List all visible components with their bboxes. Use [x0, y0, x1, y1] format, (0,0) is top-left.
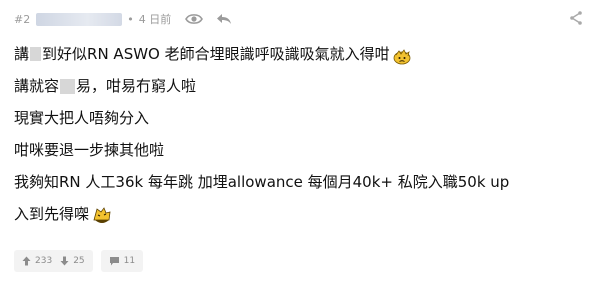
comment-pill[interactable]: 11: [100, 250, 144, 272]
upvote-icon[interactable]: [22, 256, 31, 266]
content-text: 現實大把人唔夠分入: [14, 109, 150, 127]
username-redacted[interactable]: [36, 12, 123, 26]
comment-count: 11: [123, 256, 136, 266]
redacted-char: [60, 78, 76, 94]
content-text: 入到先得㗎: [14, 205, 90, 223]
redacted-char: [30, 47, 42, 61]
content-text: 講: [14, 45, 30, 63]
content-text: 咁咪要退一步揀其他啦: [14, 141, 165, 159]
laughing-emoji-icon: [92, 205, 111, 223]
content-text: 易，咁易冇窮人啦: [76, 77, 197, 95]
content-line: 入到先得㗎: [14, 198, 584, 230]
sweat-emoji-icon: [393, 45, 411, 65]
reply-icon[interactable]: [215, 10, 233, 28]
downvote-icon[interactable]: [60, 256, 69, 266]
content-line: 我夠知RN 人工36k 每年跳 加埋allowance 每個月40k+ 私院入職…: [14, 166, 584, 198]
content-line: 講就容 易，咁易冇窮人啦: [14, 70, 584, 102]
meta-separator: •: [127, 12, 134, 26]
post-content: 講 到好似RN ASWO 老師合埋眼識呼吸識吸氣就入得咁 講就容 易，咁易冇窮人…: [14, 38, 584, 230]
post-footer: 233 25 11: [14, 250, 144, 272]
upvote-count: 233: [35, 256, 53, 266]
content-text: 到好似RN ASWO 老師合埋眼識呼吸識吸氣就入得咁: [42, 45, 390, 63]
post-header: #2 • 4 日前: [14, 9, 245, 29]
post-time: 4 日前: [138, 13, 172, 26]
floor-number: #2: [14, 12, 31, 26]
content-line: 現實大把人唔夠分入: [14, 102, 584, 134]
eye-icon[interactable]: [185, 10, 204, 28]
content-text: 講就容: [14, 77, 60, 95]
comment-post: #2 • 4 日前 講 到好似RN ASWO 老師合埋眼識呼吸識吸氣就入得咁 講…: [0, 0, 600, 283]
content-line: 咁咪要退一步揀其他啦: [14, 134, 584, 166]
share-icon[interactable]: [568, 10, 584, 26]
comment-icon: [109, 256, 120, 266]
content-line: 講 到好似RN ASWO 老師合埋眼識呼吸識吸氣就入得咁: [14, 38, 584, 70]
content-text: 我夠知RN 人工36k 每年跳 加埋allowance 每個月40k+ 私院入職…: [14, 173, 510, 191]
downvote-count: 25: [73, 256, 85, 266]
vote-pill: 233 25: [14, 250, 93, 272]
